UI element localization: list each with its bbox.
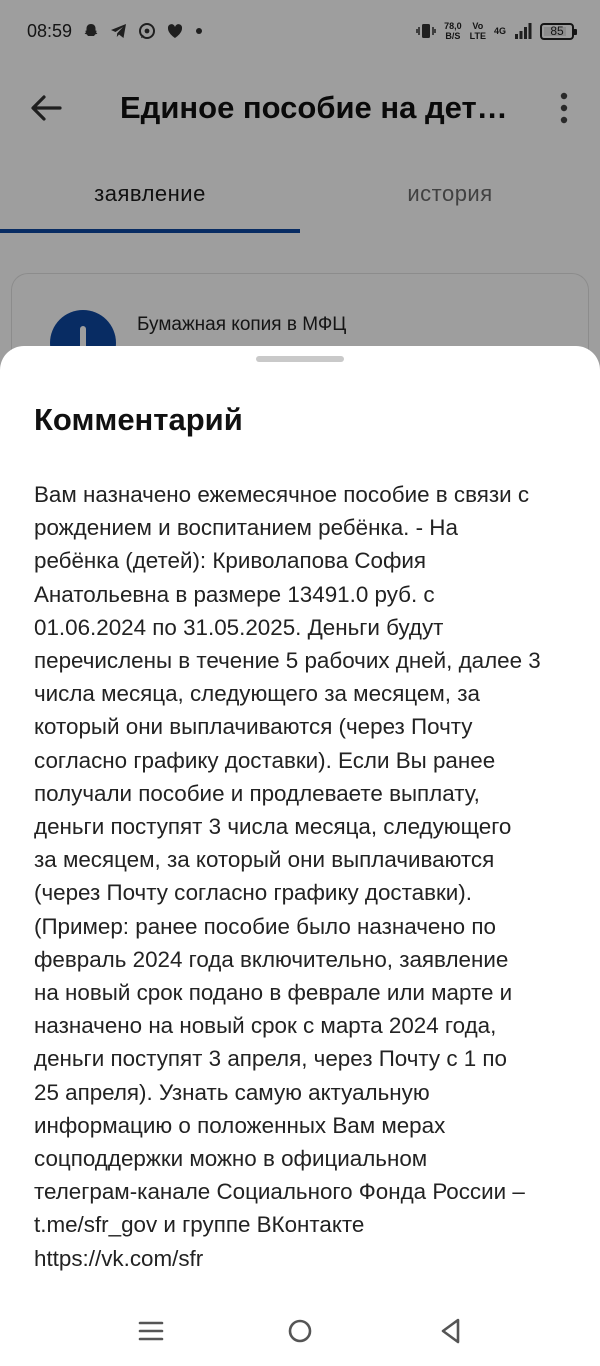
recents-icon[interactable]	[136, 1316, 166, 1346]
drag-handle[interactable]	[256, 356, 344, 362]
home-icon[interactable]	[285, 1316, 315, 1346]
system-nav-bar	[0, 1300, 600, 1366]
sheet-title: Комментарий	[34, 402, 243, 437]
comment-text: Вам назначено ежемесячное пособие в связ…	[34, 482, 541, 1271]
comment-bottom-sheet: Комментарий Вам назначено ежемесячное по…	[0, 346, 600, 1366]
back-icon[interactable]	[436, 1316, 466, 1346]
